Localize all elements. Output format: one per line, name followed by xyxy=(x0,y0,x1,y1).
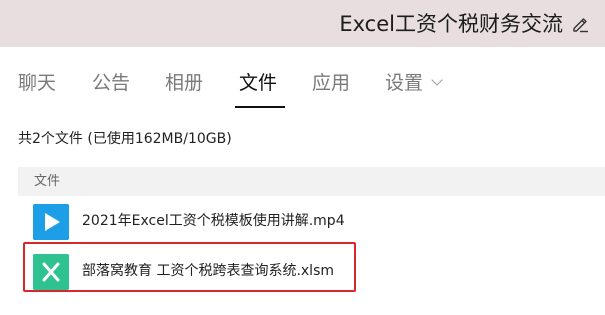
video-play-icon xyxy=(33,204,69,240)
file-list-header: 文件 xyxy=(18,167,605,196)
highlight-annotation-box xyxy=(23,242,356,292)
tab-settings[interactable]: 设置 xyxy=(385,70,443,96)
tab-album[interactable]: 相册 xyxy=(165,70,203,96)
tab-settings-label: 设置 xyxy=(385,72,424,94)
pencil-icon[interactable] xyxy=(571,14,591,34)
tab-chat[interactable]: 聊天 xyxy=(18,70,56,96)
group-header: Excel工资个税财务交流 xyxy=(0,0,605,47)
active-tab-indicator xyxy=(235,106,285,108)
tab-announcements[interactable]: 公告 xyxy=(92,70,130,96)
tab-bar: 聊天 公告 相册 文件 应用 设置 xyxy=(0,60,605,110)
tab-apps[interactable]: 应用 xyxy=(312,70,350,96)
file-column-header: 文件 xyxy=(34,174,61,189)
storage-summary: 共2个文件 (已使用162MB/10GB) xyxy=(18,131,232,147)
chevron-down-icon xyxy=(431,74,443,86)
file-name: 2021年Excel工资个税模板使用讲解.mp4 xyxy=(82,213,345,229)
file-row-video[interactable]: 2021年Excel工资个税模板使用讲解.mp4 xyxy=(18,199,605,243)
group-title: Excel工资个税财务交流 xyxy=(339,12,563,36)
tab-files[interactable]: 文件 xyxy=(239,70,277,96)
